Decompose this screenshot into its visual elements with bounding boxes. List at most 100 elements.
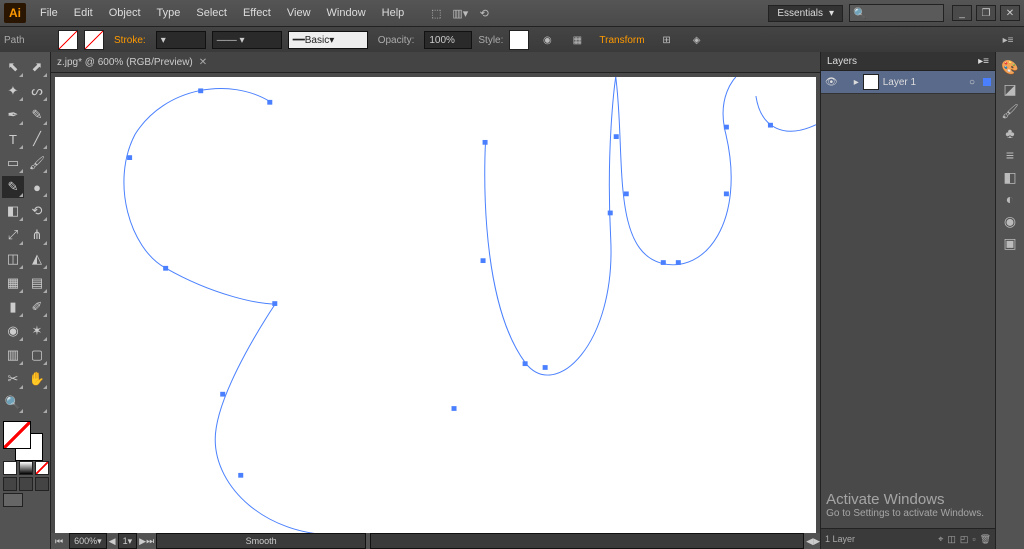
pen-tool[interactable]: ✒ [2,104,24,126]
symbols-icon[interactable]: ♣ [999,122,1021,144]
recolor-icon[interactable]: ◉ [538,31,556,49]
panel-menu-icon[interactable]: ▸≡ [978,56,989,67]
width-tool[interactable]: ⋔ [26,224,48,246]
gradient-tool[interactable]: ▮ [2,296,24,318]
pencil-tool[interactable]: ✎ [2,176,24,198]
column-graph-tool[interactable]: ▥ [2,344,24,366]
transform-label[interactable]: Transform [599,35,644,46]
free-transform-tool[interactable]: ◫ [2,248,24,270]
locate-object-icon[interactable]: ⌖ [938,534,943,545]
blob-brush-tool[interactable]: ● [26,176,48,198]
minimize-button[interactable]: _ [952,5,972,21]
screen-mode-icon[interactable] [3,493,23,507]
menu-window[interactable]: Window [319,3,374,23]
scale-tool[interactable]: ⤢ [2,224,24,246]
draw-behind-icon[interactable] [19,477,33,491]
canvas[interactable] [55,77,816,533]
artboard-tool[interactable]: ▢ [26,344,48,366]
type-tool[interactable]: T [2,128,24,150]
eyedropper-tool[interactable]: ✐ [26,296,48,318]
zoom-input[interactable]: 600% ▾ [69,533,107,549]
lasso-tool[interactable]: ᔕ [26,80,48,102]
fill-stroke-swatches[interactable] [1,419,45,459]
delete-layer-icon[interactable]: 🗑 [980,534,991,545]
magic-wand-tool[interactable]: ✦ [2,80,24,102]
normal-draw-icon[interactable] [3,477,17,491]
line-tool[interactable]: ╱ [26,128,48,150]
artboard-nav-input[interactable]: 1 ▾ [118,533,138,549]
blend-tool[interactable]: ◉ [2,320,24,342]
menu-edit[interactable]: Edit [66,3,101,23]
curvature-tool[interactable]: ✎ [26,104,48,126]
eraser-tool[interactable]: ◧ [2,200,24,222]
gradient-mode-icon[interactable] [19,461,33,475]
color-icon[interactable]: 🎨 [999,56,1021,78]
brushes-icon[interactable]: 🖌 [999,100,1021,122]
control-menu-icon[interactable]: ▸≡ [999,31,1017,49]
transform-panel-icon[interactable]: ⊞ [658,31,676,49]
direct-selection-tool[interactable]: ⬈ [26,56,48,78]
style-swatch[interactable] [509,30,529,50]
search-input[interactable]: 🔍 [849,4,944,22]
close-button[interactable]: ✕ [1000,5,1020,21]
next-page-icon[interactable]: ▶ [139,536,146,547]
new-layer-icon[interactable]: ▫ [972,534,975,544]
cloud-icon[interactable]: ⬚ [427,4,445,22]
isolate-icon[interactable]: ◈ [688,31,706,49]
stroke-profile-input[interactable]: —— ▾ [212,31,282,49]
opacity-input[interactable]: 100% [424,31,472,49]
menu-select[interactable]: Select [188,3,235,23]
visibility-icon[interactable]: 👁 [825,77,838,88]
menu-effect[interactable]: Effect [235,3,279,23]
transparency-icon[interactable]: ◐ [999,188,1021,210]
menu-help[interactable]: Help [374,3,413,23]
draw-inside-icon[interactable] [35,477,49,491]
slice-tool[interactable]: ✂ [2,368,24,390]
target-icon[interactable]: ○ [969,77,975,88]
none-mode-icon[interactable] [35,461,49,475]
mesh-tool[interactable]: ▤ [26,272,48,294]
align-icon[interactable]: ▦ [568,31,586,49]
clipping-mask-icon[interactable]: ◫ [947,534,956,545]
shape-builder-tool[interactable]: ◭ [26,248,48,270]
menu-file[interactable]: File [32,3,66,23]
zoom-tool[interactable]: 🔍 [2,392,24,414]
fill-swatch[interactable] [58,30,78,50]
scroll-left-icon[interactable]: ◀ [806,536,813,547]
menu-view[interactable]: View [279,3,319,23]
rotate-tool[interactable]: ⟲ [26,200,48,222]
menu-object[interactable]: Object [101,3,149,23]
symbol-sprayer-tool[interactable]: ✶ [26,320,48,342]
arrange-icon[interactable]: ▥▾ [451,4,469,22]
layers-tab[interactable]: Layers [827,56,857,67]
horizontal-scrollbar[interactable] [370,533,804,549]
stroke-icon[interactable]: ≡ [999,144,1021,166]
document-tab[interactable]: z.jpg* @ 600% (RGB/Preview) ✕ [51,52,820,73]
swatches-icon[interactable]: ◪ [999,78,1021,100]
gradient-icon[interactable]: ◧ [999,166,1021,188]
color-mode-icon[interactable] [3,461,17,475]
layer-name[interactable]: Layer 1 [883,77,916,88]
first-page-icon[interactable]: ⏮ [55,536,63,547]
appearance-icon[interactable]: ◉ [999,210,1021,232]
workspace-switcher[interactable]: Essentials▾ [768,5,843,22]
maximize-button[interactable]: ❐ [976,5,996,21]
brush-definition[interactable]: ━━ Basic ▾ [288,31,368,49]
prev-page-icon[interactable]: ◀ [109,536,116,547]
hand-tool[interactable]: ✋ [26,368,48,390]
graphic-styles-icon[interactable]: ▣ [999,232,1021,254]
perspective-tool[interactable]: ▦ [2,272,24,294]
new-sublayer-icon[interactable]: ◰ [960,534,969,545]
menu-type[interactable]: Type [149,3,189,23]
paintbrush-tool[interactable]: 🖌 [26,152,48,174]
stroke-weight-input[interactable]: ▾ [156,31,206,49]
close-tab-icon[interactable]: ✕ [199,57,207,68]
scroll-right-icon[interactable]: ▶ [813,536,820,547]
bridge-icon[interactable]: ⟲ [475,4,493,22]
rectangle-tool[interactable]: ▭ [2,152,24,174]
expand-layer-icon[interactable]: ▸ [854,77,859,88]
last-page-icon[interactable]: ⏭ [146,536,154,547]
selection-tool[interactable]: ⬉ [2,56,24,78]
blank-tool[interactable] [26,392,48,414]
layer-row[interactable]: 👁 ▸ Layer 1 ○ [821,71,995,94]
